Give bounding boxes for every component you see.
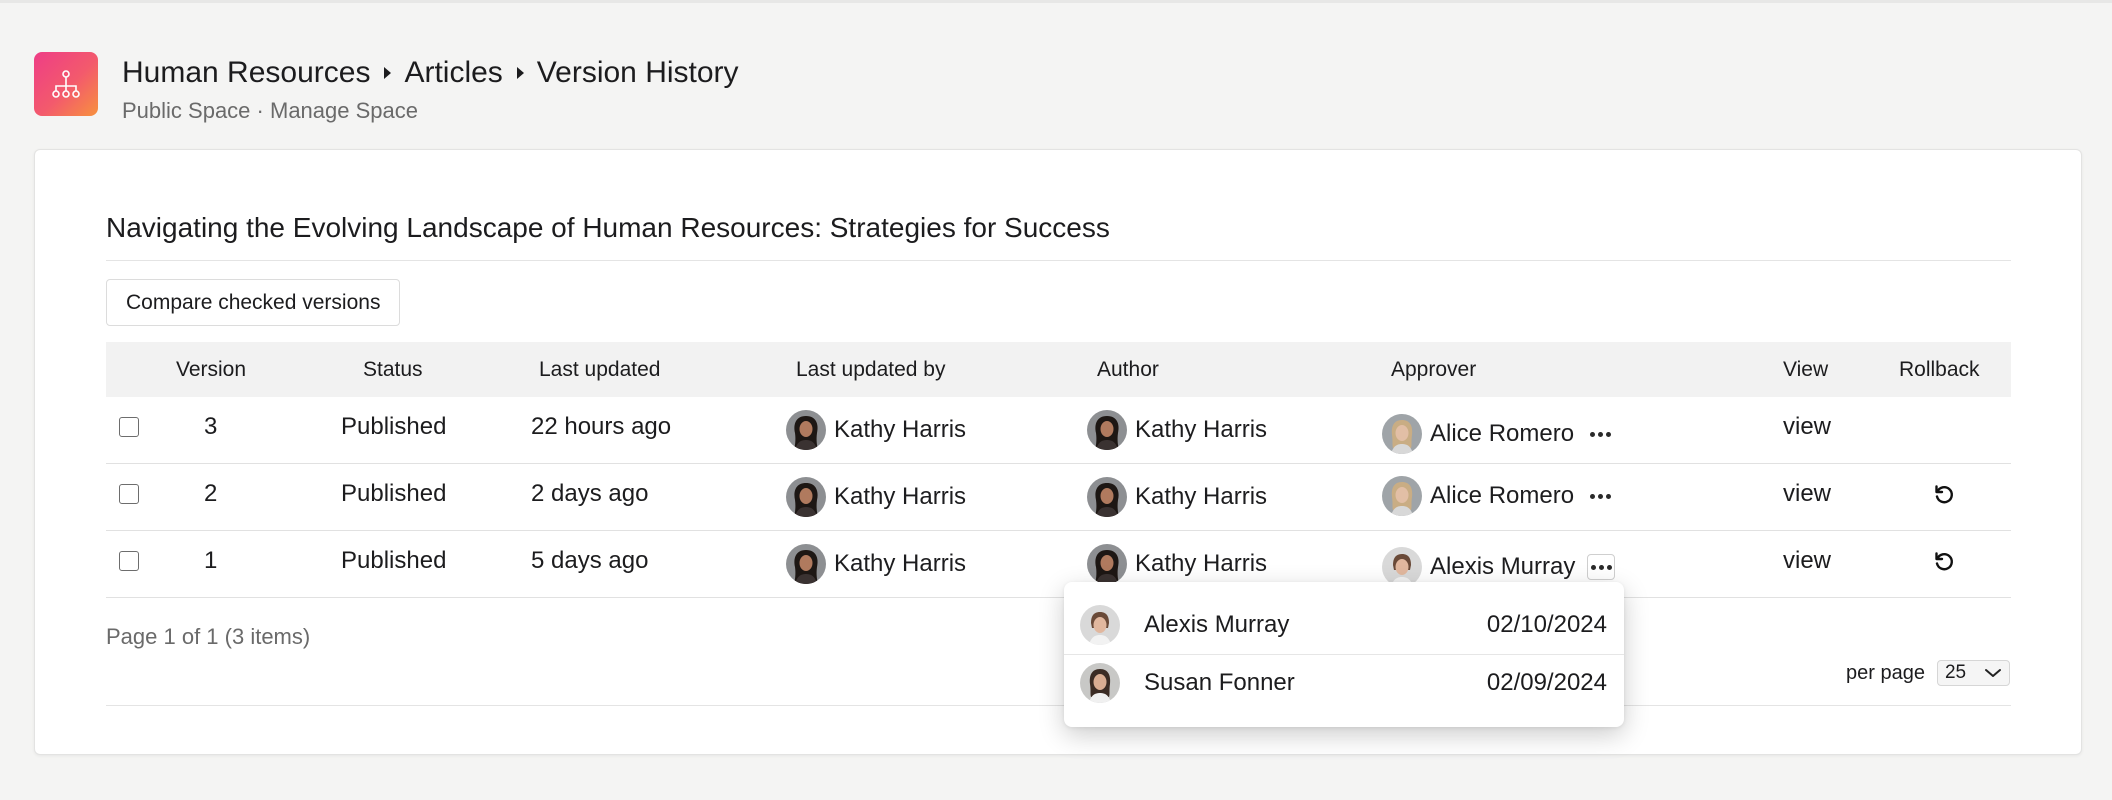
avatar xyxy=(1382,547,1422,587)
compare-checked-versions-button[interactable]: Compare checked versions xyxy=(106,279,401,326)
breadcrumb: Human Resources Articles Version History xyxy=(122,56,739,90)
subtitle-separator: · xyxy=(256,98,264,123)
top-border xyxy=(0,0,2112,3)
person-name: Alexis Murray xyxy=(1430,553,1576,580)
more-icon xyxy=(1589,431,1611,437)
version-checkbox[interactable] xyxy=(119,551,139,571)
version-checkbox[interactable] xyxy=(119,484,139,504)
rollback-icon[interactable] xyxy=(1932,549,1956,573)
breadcrumb-separator-icon xyxy=(384,67,392,79)
per-page-select[interactable]: 25 xyxy=(1936,660,2010,686)
avatar xyxy=(786,544,826,584)
avatar xyxy=(1382,414,1422,454)
version-cell: 1 xyxy=(204,547,218,574)
space-subtitle: Public Space · Manage Space xyxy=(122,98,418,124)
person-name: Kathy Harris xyxy=(1135,483,1268,510)
breadcrumb-separator-icon xyxy=(516,67,524,79)
divider xyxy=(106,705,2011,706)
rollback-icon[interactable] xyxy=(1932,482,1956,506)
approver-more-button[interactable] xyxy=(1587,554,1616,580)
version-cell: 3 xyxy=(204,413,218,440)
last-updated-cell: 2 days ago xyxy=(531,480,649,507)
column-header-rollback: Rollback xyxy=(1899,358,1980,381)
chevron-down-icon xyxy=(1984,669,2001,677)
more-icon xyxy=(1590,564,1612,570)
approval-date: 02/09/2024 xyxy=(1486,668,1607,696)
author-cell: Kathy Harris xyxy=(1087,544,1267,584)
approver-name: Alexis Murray xyxy=(1144,611,1290,638)
pagination-summary: Page 1 of 1 (3 items) xyxy=(106,624,311,649)
person-name: Alice Romero xyxy=(1430,420,1575,447)
column-header-last-updated[interactable]: Last updated xyxy=(539,342,660,397)
person-name: Kathy Harris xyxy=(834,550,967,577)
avatar xyxy=(1087,477,1127,517)
breadcrumb-articles[interactable]: Articles xyxy=(404,56,502,90)
space-logo[interactable] xyxy=(34,52,98,116)
column-header-status[interactable]: Status xyxy=(363,342,423,397)
avatar xyxy=(1087,410,1127,450)
last-updated-cell: 5 days ago xyxy=(531,547,649,574)
author-cell: Kathy Harris xyxy=(1087,410,1267,450)
version-cell: 2 xyxy=(204,480,218,507)
approver-more-button[interactable] xyxy=(1586,483,1614,509)
version-checkbox[interactable] xyxy=(119,417,139,437)
status-cell: Published xyxy=(341,480,447,507)
approver-cell: Alice Romero xyxy=(1382,476,1614,516)
more-icon xyxy=(1589,493,1611,499)
avatar xyxy=(1087,544,1127,584)
last-updated-by-cell: Kathy Harris xyxy=(786,477,966,517)
last-updated-cell: 22 hours ago xyxy=(531,413,672,440)
person-name: Kathy Harris xyxy=(1135,416,1268,443)
list-item[interactable]: Alexis Murray 02/10/2024 xyxy=(1064,597,1624,653)
per-page-control: per page 25 xyxy=(1846,660,2010,686)
column-header-author[interactable]: Author xyxy=(1097,342,1159,397)
avatar xyxy=(1080,662,1120,703)
person-name: Kathy Harris xyxy=(1135,550,1268,577)
avatar xyxy=(1382,476,1422,516)
approver-more-button[interactable] xyxy=(1586,421,1614,447)
column-header-view: View xyxy=(1783,358,1829,381)
person-name: Alice Romero xyxy=(1430,482,1575,509)
version-history-card: Navigating the Evolving Landscape of Hum… xyxy=(34,149,2082,755)
person-name: Kathy Harris xyxy=(834,483,967,510)
table-row: 1 Published 5 days ago Kathy Harris Kath… xyxy=(106,531,2011,598)
approver-cell: Alexis Murray xyxy=(1382,547,1616,587)
status-cell: Published xyxy=(341,413,447,440)
column-header-version[interactable]: Version xyxy=(176,342,246,397)
version-table: Version Status Last updated Last updated… xyxy=(106,342,2011,598)
status-cell: Published xyxy=(341,547,447,574)
view-link[interactable]: view xyxy=(1783,464,1831,524)
divider xyxy=(106,260,2011,261)
article-title: Navigating the Evolving Landscape of Hum… xyxy=(106,212,1110,243)
table-row: 2 Published 2 days ago Kathy Harris Kath… xyxy=(106,464,2011,531)
approver-name: Susan Fonner xyxy=(1144,668,1295,696)
column-header-last-updated-by[interactable]: Last updated by xyxy=(796,342,945,397)
breadcrumb-version-history: Version History xyxy=(536,56,739,89)
per-page-label: per page xyxy=(1846,661,1925,684)
author-cell: Kathy Harris xyxy=(1087,477,1267,517)
table-row: 3 Published 22 hours ago Kathy Harris Ka… xyxy=(106,397,2011,464)
per-page-value: 25 xyxy=(1944,662,1967,683)
list-item[interactable]: Susan Fonner 02/09/2024 xyxy=(1064,654,1624,710)
avatar xyxy=(786,410,826,450)
avatar xyxy=(786,477,826,517)
approval-date: 02/10/2024 xyxy=(1486,611,1607,638)
person-name: Kathy Harris xyxy=(834,416,967,443)
last-updated-by-cell: Kathy Harris xyxy=(786,544,966,584)
breadcrumb-human-resources[interactable]: Human Resources xyxy=(122,56,370,90)
last-updated-by-cell: Kathy Harris xyxy=(786,410,966,450)
view-link[interactable]: view xyxy=(1783,531,1831,591)
page-header: Human Resources Articles Version History… xyxy=(34,52,1234,123)
public-space-link[interactable]: Public Space xyxy=(122,98,250,123)
approver-cell: Alice Romero xyxy=(1382,414,1614,454)
org-chart-icon xyxy=(52,70,80,98)
avatar xyxy=(1080,605,1120,645)
manage-space-link[interactable]: Manage Space xyxy=(270,98,418,123)
approver-history-popover: Alexis Murray 02/10/2024 Susan Fonner 02… xyxy=(1064,582,1624,727)
table-header: Version Status Last updated Last updated… xyxy=(106,342,2011,397)
column-header-approver[interactable]: Approver xyxy=(1391,342,1476,397)
view-link[interactable]: view xyxy=(1783,397,1831,457)
